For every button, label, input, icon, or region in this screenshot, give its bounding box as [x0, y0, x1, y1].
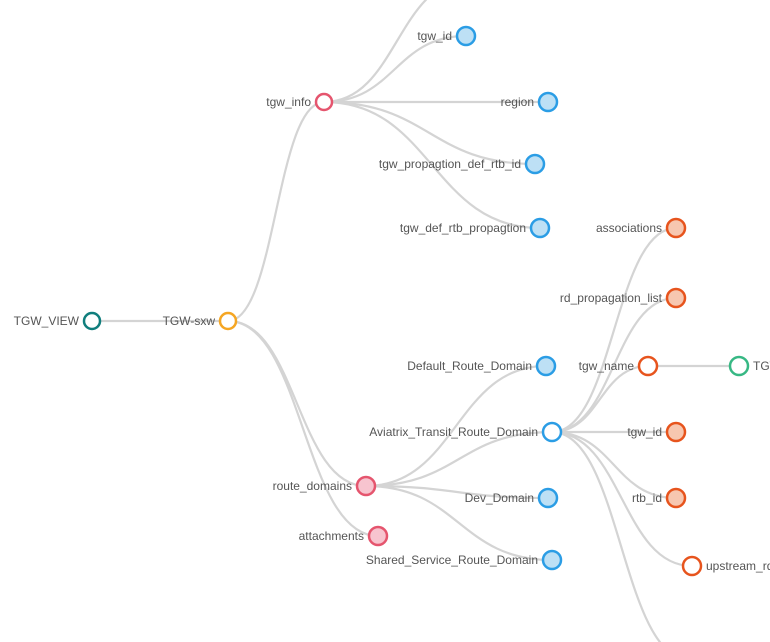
node-circle-icon[interactable] [543, 551, 561, 569]
tree-node[interactable]: Dev_Domain [465, 489, 557, 507]
tree-link [552, 432, 676, 498]
tree-node[interactable]: Aviatrix_Transit_Route_Domain [369, 423, 561, 441]
tree-link [228, 321, 378, 536]
node-label: tgw_id [417, 29, 452, 43]
tree-node[interactable]: rd_propagation_list [560, 289, 685, 307]
node-label: Dev_Domain [465, 491, 534, 505]
tree-node[interactable]: Shared_Service_Route_Domain [366, 551, 561, 569]
tree-node[interactable]: TGW_VIEW [14, 313, 100, 329]
tree-node[interactable]: TGW-sxw [730, 357, 770, 375]
node-circle-icon[interactable] [220, 313, 236, 329]
tree-link [324, 0, 470, 102]
tree-node[interactable]: tgw_propagtion_def_rtb_id [379, 155, 544, 173]
node-label: route_domains [273, 479, 352, 493]
node-circle-icon[interactable] [667, 489, 685, 507]
tree-node[interactable]: rtb_id [632, 489, 685, 507]
node-label: TGW-sxw [753, 359, 770, 373]
node-circle-icon[interactable] [316, 94, 332, 110]
node-circle-icon[interactable] [369, 527, 387, 545]
node-circle-icon[interactable] [526, 155, 544, 173]
node-label: TGW-sxw [163, 314, 216, 328]
node-label: Aviatrix_Transit_Route_Domain [369, 425, 538, 439]
node-circle-icon[interactable] [531, 219, 549, 237]
node-label: region [501, 95, 534, 109]
node-label: Shared_Service_Route_Domain [366, 553, 538, 567]
node-label: tgw_def_rtb_propagtion [400, 221, 526, 235]
node-label: TGW_VIEW [14, 314, 80, 328]
node-circle-icon[interactable] [543, 423, 561, 441]
node-circle-icon[interactable] [539, 489, 557, 507]
node-circle-icon[interactable] [457, 27, 475, 45]
tree-link [228, 321, 366, 486]
tree-link [552, 228, 676, 432]
node-circle-icon[interactable] [683, 557, 701, 575]
node-label: attachments [299, 529, 364, 543]
node-label: tgw_info [266, 95, 311, 109]
node-circle-icon[interactable] [357, 477, 375, 495]
tree-node[interactable]: tgw_id [417, 27, 475, 45]
tree-link [324, 102, 535, 164]
node-label: tgw_id [627, 425, 662, 439]
node-circle-icon[interactable] [639, 357, 657, 375]
node-circle-icon[interactable] [84, 313, 100, 329]
tree-link [552, 432, 690, 642]
node-label: upstream_rds [706, 559, 770, 573]
tree-node[interactable]: attachments [299, 527, 387, 545]
node-label: Default_Route_Domain [407, 359, 532, 373]
node-label: rd_propagation_list [560, 291, 663, 305]
node-label: rtb_id [632, 491, 662, 505]
nodes-layer: TGW_VIEWTGW-sxwtgw_infotgw_idregiontgw_p… [14, 27, 770, 575]
node-label: tgw_propagtion_def_rtb_id [379, 157, 521, 171]
node-label: associations [596, 221, 662, 235]
tree-link [366, 432, 552, 486]
node-label: tgw_name [579, 359, 635, 373]
tree-diagram[interactable]: TGW_VIEWTGW-sxwtgw_infotgw_idregiontgw_p… [0, 0, 770, 642]
node-circle-icon[interactable] [667, 219, 685, 237]
tree-node[interactable]: associations [596, 219, 685, 237]
tree-node[interactable]: tgw_id [627, 423, 685, 441]
tree-node[interactable]: route_domains [273, 477, 375, 495]
tree-node[interactable]: tgw_name [579, 357, 657, 375]
tree-node[interactable]: region [501, 93, 557, 111]
tree-node[interactable]: upstream_rds [683, 557, 770, 575]
node-circle-icon[interactable] [667, 289, 685, 307]
tree-node[interactable]: tgw_info [266, 94, 332, 110]
node-circle-icon[interactable] [667, 423, 685, 441]
node-circle-icon[interactable] [537, 357, 555, 375]
tree-link [228, 102, 324, 321]
tree-node[interactable]: TGW-sxw [163, 313, 236, 329]
node-circle-icon[interactable] [539, 93, 557, 111]
node-circle-icon[interactable] [730, 357, 748, 375]
